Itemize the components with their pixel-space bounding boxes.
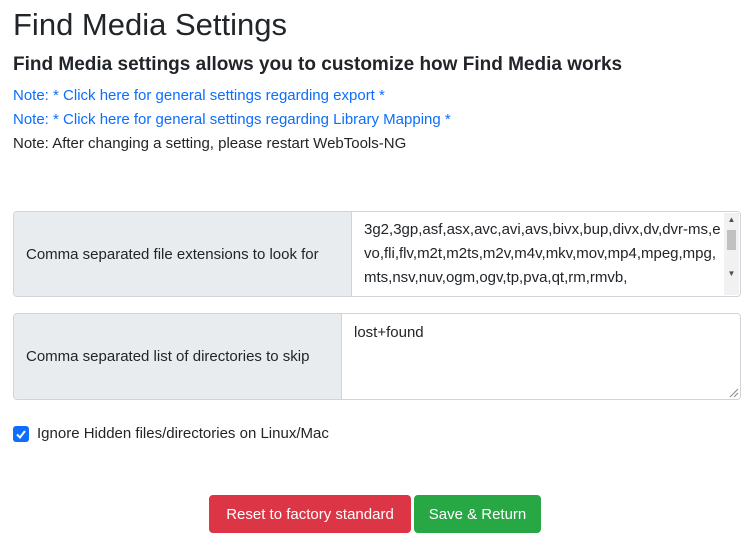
- directories-input-group: Comma separated list of directories to s…: [13, 313, 741, 400]
- find-media-settings-page: Find Media Settings Find Media settings …: [0, 0, 744, 549]
- reset-to-factory-button[interactable]: Reset to factory standard: [209, 495, 411, 533]
- resize-grip-icon[interactable]: [727, 386, 739, 398]
- ignore-hidden-row[interactable]: Ignore Hidden files/directories on Linux…: [13, 425, 329, 442]
- directories-label: Comma separated list of directories to s…: [14, 314, 342, 399]
- directories-textarea[interactable]: lost+found: [342, 314, 740, 399]
- scroll-down-arrow-icon[interactable]: ▼: [724, 267, 739, 281]
- extensions-scrollbar[interactable]: ▲ ▼: [724, 213, 739, 295]
- export-settings-link[interactable]: Note: * Click here for general settings …: [13, 86, 385, 106]
- directories-text[interactable]: lost+found: [342, 314, 740, 399]
- extensions-text[interactable]: 3g2,3gp,asf,asx,avc,avi,avs,bivx,bup,div…: [352, 212, 740, 296]
- library-mapping-settings-link[interactable]: Note: * Click here for general settings …: [13, 110, 451, 130]
- save-and-return-button[interactable]: Save & Return: [414, 495, 541, 533]
- extensions-textarea[interactable]: 3g2,3gp,asf,asx,avc,avi,avs,bivx,bup,div…: [352, 212, 740, 296]
- page-title: Find Media Settings: [13, 7, 287, 42]
- page-subtitle: Find Media settings allows you to custom…: [13, 54, 623, 75]
- extensions-label: Comma separated file extensions to look …: [14, 212, 352, 296]
- ignore-hidden-checkbox[interactable]: [13, 425, 29, 442]
- checkmark-icon: [16, 429, 26, 439]
- scroll-thumb[interactable]: [727, 230, 736, 250]
- ignore-hidden-label[interactable]: Ignore Hidden files/directories on Linux…: [37, 425, 329, 442]
- scroll-up-arrow-icon[interactable]: ▲: [724, 213, 739, 227]
- extensions-input-group: Comma separated file extensions to look …: [13, 211, 741, 297]
- restart-note: Note: After changing a setting, please r…: [13, 135, 407, 152]
